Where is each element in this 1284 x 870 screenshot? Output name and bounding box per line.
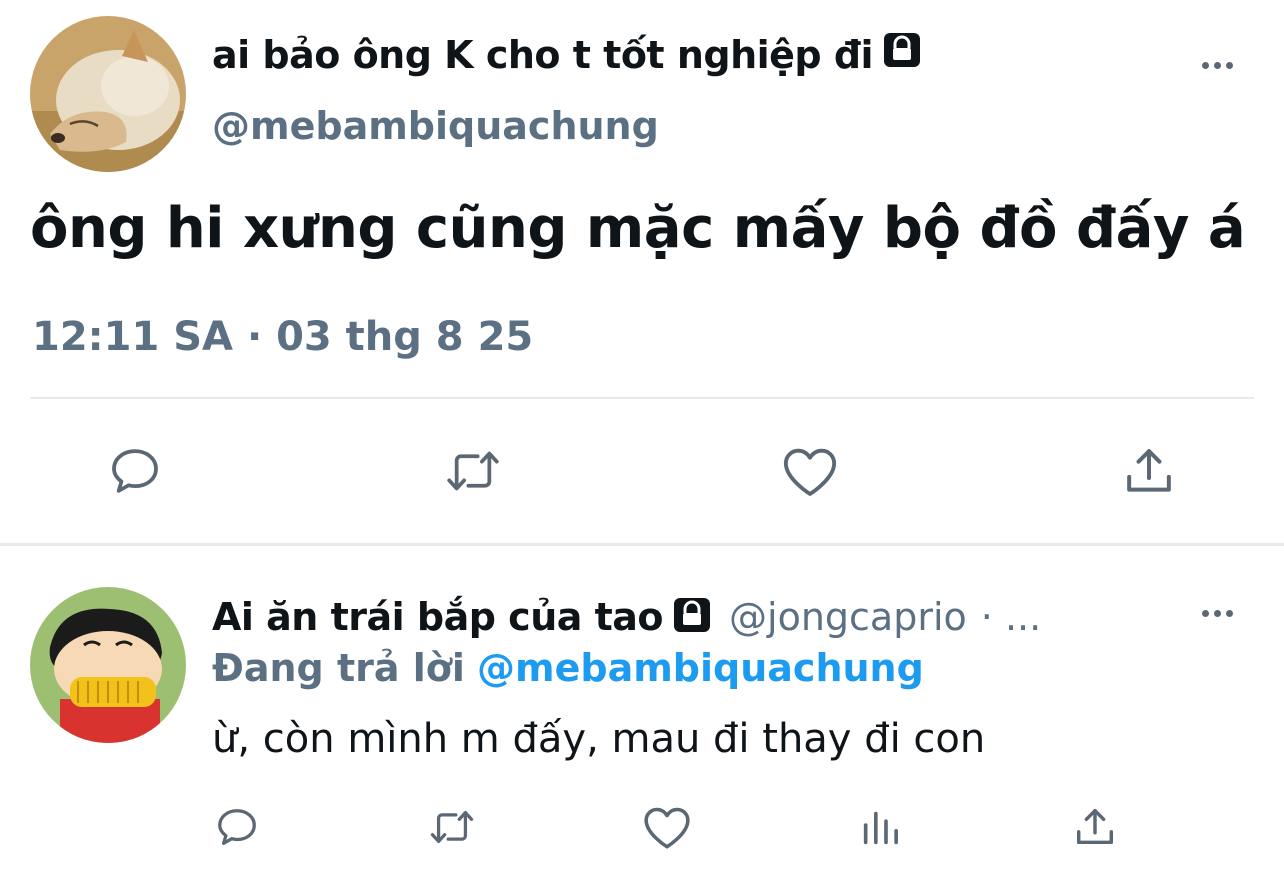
author-name-text: ai bảo ông K cho t tốt nghiệp đi — [212, 32, 874, 77]
reply-tweet-header: Ai ăn trái bắp của tao @jongcaprio · ... — [212, 592, 1041, 642]
main-tweet-avatar[interactable] — [30, 16, 186, 172]
main-tweet-text: ông hi xưng cũng mặc mấy bộ đồ đấy á — [30, 196, 1246, 261]
more-options-icon[interactable] — [1202, 610, 1233, 617]
replying-to-label: Đang trả lời — [212, 646, 465, 690]
share-icon[interactable] — [1118, 440, 1180, 502]
retweet-icon[interactable] — [424, 802, 480, 852]
tweet-separator — [0, 543, 1284, 546]
lock-icon — [673, 595, 711, 639]
reply-author-handle[interactable]: @jongcaprio — [729, 595, 967, 639]
main-author-handle[interactable]: @mebambiquachung — [212, 104, 659, 148]
main-author-name[interactable]: ai bảo ông K cho t tốt nghiệp đi — [212, 30, 921, 79]
replying-to-line: Đang trả lời @mebambiquachung — [212, 646, 924, 690]
main-tweet-timestamp[interactable]: 12:11 SA · 03 thg 8 25 — [32, 314, 533, 360]
reply-icon[interactable] — [104, 440, 166, 502]
reply-author-name[interactable]: Ai ăn trái bắp của tao — [212, 595, 664, 639]
dog-avatar-image — [30, 16, 186, 172]
reply-tweet-text: ừ, còn mình m đấy, mau đi thay đi con — [212, 716, 986, 762]
retweet-icon[interactable] — [440, 440, 506, 502]
lock-icon — [883, 30, 921, 79]
header-separator: · ... — [980, 595, 1042, 639]
reply-icon[interactable] — [212, 802, 262, 852]
reply-tweet-avatar[interactable] — [30, 587, 186, 743]
like-icon[interactable] — [778, 440, 842, 502]
replying-to-mention-link[interactable]: @mebambiquachung — [477, 646, 924, 690]
cartoon-avatar-image — [30, 587, 186, 743]
share-icon[interactable] — [1070, 802, 1120, 852]
like-icon[interactable] — [640, 802, 694, 852]
more-options-icon[interactable] — [1202, 62, 1233, 69]
divider — [30, 397, 1254, 399]
analytics-icon[interactable] — [856, 802, 906, 852]
